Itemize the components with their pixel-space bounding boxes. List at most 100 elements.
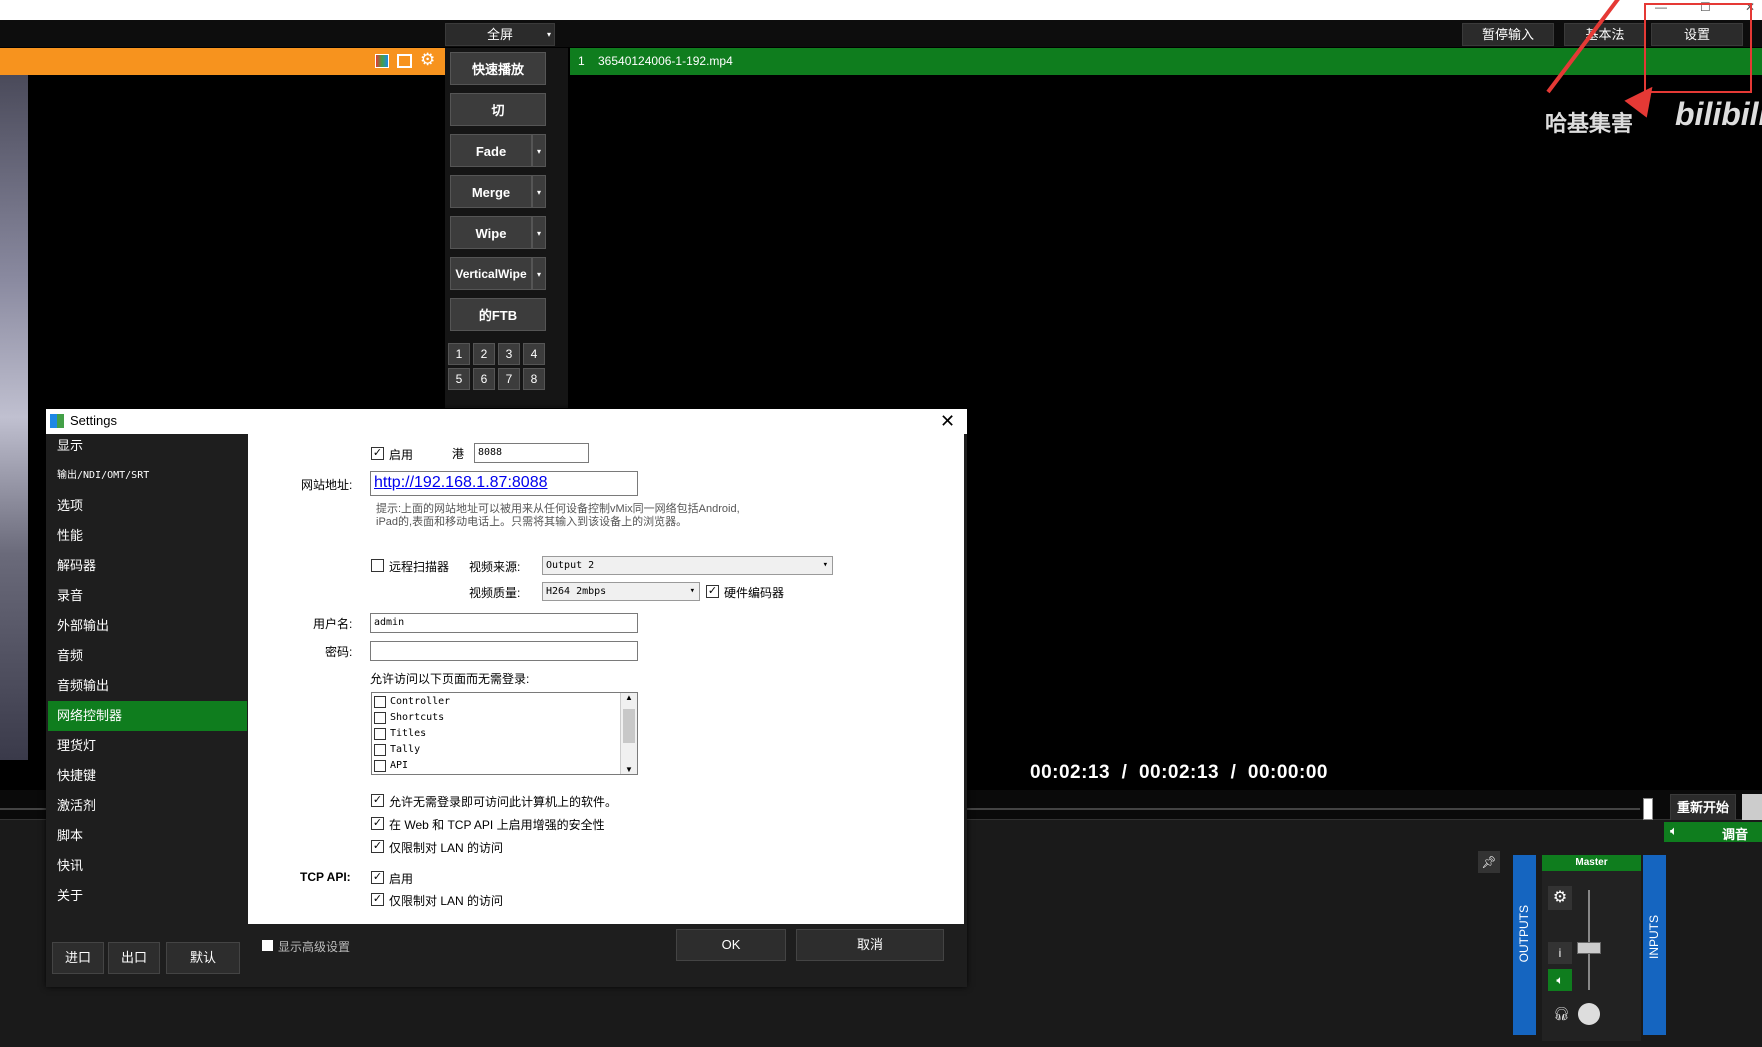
cancel-button[interactable]: 取消 (796, 929, 944, 961)
password-input[interactable] (370, 641, 638, 661)
nav-item-recording[interactable]: 录音 (48, 581, 247, 611)
mixer-gear-icon[interactable]: ⚙ (1548, 886, 1572, 910)
fader-track (1588, 890, 1590, 990)
advanced-checkbox[interactable] (262, 940, 273, 951)
fullscreen-button[interactable]: 全屏 ▾ (445, 23, 555, 46)
nav-item-tally[interactable]: 理货灯 (48, 731, 247, 761)
nav-item-about[interactable]: 关于 (48, 881, 247, 911)
nav-item-shortcuts[interactable]: 快捷键 (48, 761, 247, 791)
chevron-down-icon: ▾ (689, 586, 695, 596)
page-item-titles: Titles (390, 728, 427, 739)
window-icon[interactable] (397, 54, 412, 68)
lan-only-checkbox[interactable] (371, 840, 384, 853)
fade-dropdown-icon[interactable]: ▾ (532, 134, 546, 167)
outputs-panel-tab[interactable]: OUTPUTS (1513, 855, 1536, 1035)
merge-button[interactable]: Merge (450, 175, 532, 208)
site-address-box[interactable]: http://192.168.1.87:8088 (370, 471, 638, 496)
page-checkbox-controller[interactable] (374, 696, 386, 708)
nav-item-decoder[interactable]: 解码器 (48, 551, 247, 581)
page-checkbox-titles[interactable] (374, 728, 386, 740)
timeline-handle[interactable] (1643, 798, 1653, 820)
wipe-dropdown-icon[interactable]: ▾ (532, 216, 546, 249)
preset-6-button[interactable]: 6 (473, 368, 495, 390)
merge-dropdown-icon[interactable]: ▾ (532, 175, 546, 208)
tcp-lan-checkbox[interactable] (371, 893, 384, 906)
gear-icon[interactable]: ⚙ (420, 50, 435, 70)
restart-button[interactable]: 重新开始 (1670, 794, 1736, 822)
page-checkbox-tally[interactable] (374, 744, 386, 756)
scroll-up-icon[interactable]: ▲ (625, 693, 633, 702)
outputs-label: OUTPUTS (1517, 905, 1531, 963)
ok-button[interactable]: OK (676, 929, 786, 961)
next-button[interactable] (1742, 794, 1762, 822)
nav-item-audio-output[interactable]: 音频输出 (48, 671, 247, 701)
fader-handle[interactable] (1577, 942, 1601, 954)
nav-item-news[interactable]: 快讯 (48, 851, 247, 881)
video-source-select[interactable]: Output 2 ▾ (542, 556, 833, 575)
scroll-down-icon[interactable]: ▼ (625, 765, 633, 774)
preset-1-button[interactable]: 1 (448, 343, 470, 365)
wipe-button[interactable]: Wipe (450, 216, 532, 249)
hw-encoder-checkbox[interactable] (706, 585, 719, 598)
master-label: Master (1542, 855, 1641, 871)
nav-item-audio[interactable]: 音频 (48, 641, 247, 671)
info-icon[interactable]: i (1548, 942, 1572, 964)
nav-item-output[interactable]: 输出/NDI/OMT/SRT (48, 461, 247, 491)
video-quality-select[interactable]: H264 2mbps ▾ (542, 582, 700, 601)
preset-7-button[interactable]: 7 (498, 368, 520, 390)
nav-item-performance[interactable]: 性能 (48, 521, 247, 551)
pause-input-button[interactable]: 暂停输入 (1462, 23, 1554, 46)
timecode: 00:02:13 / 00:02:13 / 00:00:00 (1030, 762, 1328, 783)
page-checkbox-api[interactable] (374, 760, 386, 772)
audio-label[interactable]: 调音 (1722, 824, 1748, 843)
nav-item-external-output[interactable]: 外部输出 (48, 611, 247, 641)
fullscreen-label: 全屏 (486, 27, 513, 42)
inputs-panel-tab[interactable]: INPUTS (1643, 855, 1666, 1035)
headphones-icon[interactable]: 🎧︎ (1553, 1006, 1570, 1022)
site-url-link[interactable]: http://192.168.1.87:8088 (374, 474, 547, 491)
basic-button[interactable]: 基本法 (1564, 23, 1646, 46)
preset-8-button[interactable]: 8 (523, 368, 545, 390)
chevron-down-icon: ▾ (546, 30, 551, 39)
import-button[interactable]: 进口 (52, 942, 104, 974)
enhanced-security-checkbox[interactable] (371, 817, 384, 830)
dialog-close-icon[interactable]: ✕ (940, 409, 955, 433)
video-source-value: Output 2 (546, 560, 595, 571)
page-checkbox-shortcuts[interactable] (374, 712, 386, 724)
nav-item-display[interactable]: 显示 (48, 431, 247, 461)
advanced-label: 显示高级设置 (278, 940, 351, 954)
preset-4-button[interactable]: 4 (523, 343, 545, 365)
remote-scanner-checkbox[interactable] (371, 559, 384, 572)
list-scrollbar[interactable]: ▲ ▼ (620, 693, 637, 774)
video-quality-value: H264 2mbps (546, 586, 607, 597)
output-index: 1 (578, 54, 585, 68)
vertical-wipe-dropdown-icon[interactable]: ▾ (532, 257, 546, 290)
cut-button[interactable]: 切 (450, 93, 546, 126)
username-input[interactable]: admin (370, 613, 638, 633)
color-icon[interactable] (375, 54, 389, 68)
nav-item-options[interactable]: 选项 (48, 491, 247, 521)
no-login-software-checkbox[interactable] (371, 794, 384, 807)
nav-item-web-controller[interactable]: 网络控制器 (48, 701, 247, 731)
preset-5-button[interactable]: 5 (448, 368, 470, 390)
speaker-icon[interactable]: 🔈︎ (1670, 823, 1678, 839)
scroll-thumb[interactable] (623, 709, 635, 743)
quick-play-button[interactable]: 快速播放 (450, 52, 546, 85)
nav-item-activators[interactable]: 激活剂 (48, 791, 247, 821)
tcp-enable-checkbox[interactable] (371, 871, 384, 884)
default-button[interactable]: 默认 (166, 942, 240, 974)
fade-button[interactable]: Fade (450, 134, 532, 167)
port-input[interactable]: 8088 (474, 443, 589, 463)
lan-only-label: 仅限制对 LAN 的访问 (389, 841, 504, 855)
nav-item-scripts[interactable]: 脚本 (48, 821, 247, 851)
ftb-button[interactable]: 的FTB (450, 298, 546, 331)
mixer-speaker-icon[interactable]: 🔈︎ (1548, 969, 1572, 991)
volume-knob[interactable] (1578, 1003, 1600, 1025)
tcp-lan-label: 仅限制对 LAN 的访问 (389, 894, 504, 908)
preset-2-button[interactable]: 2 (473, 343, 495, 365)
enable-checkbox[interactable] (371, 447, 384, 460)
export-button[interactable]: 出口 (108, 942, 160, 974)
preset-3-button[interactable]: 3 (498, 343, 520, 365)
pin-icon[interactable]: 📌︎ (1478, 851, 1500, 873)
vertical-wipe-button[interactable]: VerticalWipe (450, 257, 532, 290)
